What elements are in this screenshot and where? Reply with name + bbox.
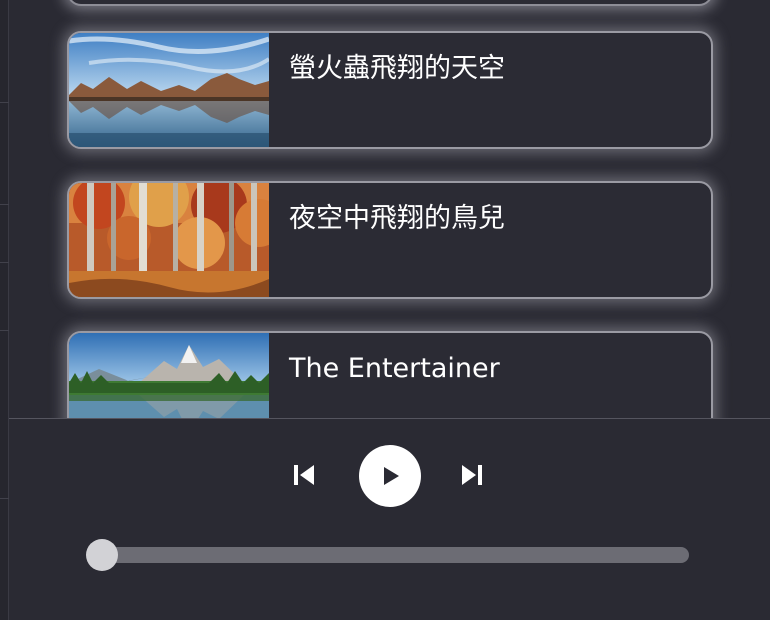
- playback-controls: [289, 445, 489, 507]
- music-player-app: 螢火蟲飛翔的天空 夜空中飛翔的鳥兒 The Entertainer: [0, 0, 770, 620]
- playlist-item[interactable]: 夜空中飛翔的鳥兒: [67, 181, 713, 299]
- playlist[interactable]: 螢火蟲飛翔的天空 夜空中飛翔的鳥兒 The Entertainer: [9, 0, 770, 418]
- player-bar: [9, 418, 770, 620]
- play-button[interactable]: [359, 445, 421, 507]
- track-title: 螢火蟲飛翔的天空: [289, 53, 505, 84]
- playlist-item-partial[interactable]: [67, 0, 713, 6]
- skip-previous-icon: [294, 465, 314, 485]
- autumn-forest-image: [69, 183, 269, 297]
- progress-handle[interactable]: [86, 539, 118, 571]
- progress-bar[interactable]: [86, 539, 689, 571]
- track-title: The Entertainer: [289, 353, 500, 384]
- track-title: 夜空中飛翔的鳥兒: [289, 203, 505, 234]
- playlist-item[interactable]: 螢火蟲飛翔的天空: [67, 31, 713, 149]
- playlist-item[interactable]: The Entertainer: [67, 331, 713, 418]
- left-edge-divider: [0, 0, 9, 620]
- alpine-lake-image: [69, 333, 269, 418]
- lake-mountains-image: [69, 33, 269, 147]
- play-icon: [384, 467, 399, 485]
- skip-next-icon: [462, 465, 482, 485]
- previous-button[interactable]: [289, 460, 319, 490]
- next-button[interactable]: [457, 460, 487, 490]
